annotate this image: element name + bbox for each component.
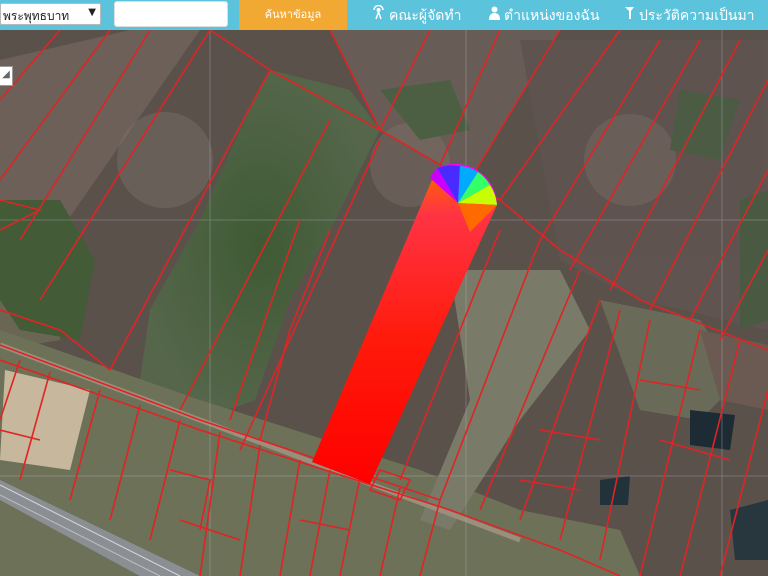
satellite-map[interactable]: ◢ xyxy=(0,30,768,576)
history-icon xyxy=(624,0,635,32)
nav-item-team-label: คณะผู้จัดทำ xyxy=(389,8,462,24)
search-button[interactable]: ค้นหาข้อมูล xyxy=(239,0,347,30)
person-icon xyxy=(489,0,500,32)
nav-item-history-label: ประวัติความเป็นมา xyxy=(639,8,755,24)
nav-item-my-location[interactable]: ตำแหน่งของฉัน xyxy=(489,0,600,30)
nav-item-my-location-label: ตำแหน่งของฉัน xyxy=(504,8,600,24)
nav-item-team[interactable]: คณะผู้จัดทำ xyxy=(372,0,461,30)
search-input[interactable] xyxy=(114,1,228,27)
antenna-icon xyxy=(372,0,385,32)
province-select[interactable]: พระพุทธบาท ▼ xyxy=(0,3,101,25)
map-control-icon[interactable]: ◢ xyxy=(0,66,13,86)
map-canvas[interactable] xyxy=(0,30,768,576)
nav-item-history[interactable]: ประวัติความเป็นมา xyxy=(624,0,755,30)
top-navigation-bar: พระพุทธบาท ▼ ค้นหาข้อมูล คณะผู้จัดทำ ตำแ… xyxy=(0,0,768,30)
chevron-down-icon: ▼ xyxy=(88,7,96,18)
province-select-value: พระพุทธบาท xyxy=(3,9,70,23)
